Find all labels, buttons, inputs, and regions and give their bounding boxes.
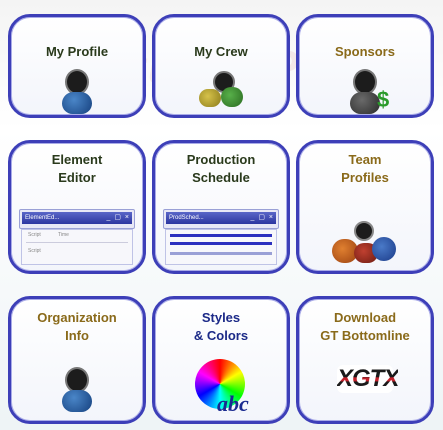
styles-colors-button[interactable]: Styles & Colors abc xyxy=(152,296,290,424)
sponsors-label: Sponsors xyxy=(335,44,395,59)
bottomline-logo-text: XGTX xyxy=(337,365,399,392)
element-editor-window-title: ElementEd... xyxy=(25,215,60,221)
editor-form: Script Time Script xyxy=(21,229,133,265)
dollar-icon: $ xyxy=(377,87,390,112)
editor-field-time: Time xyxy=(58,232,69,238)
schedule-window-icon: ProdSched... _ ▢ × xyxy=(163,209,279,229)
window-icon: ElementEd... _ ▢ × xyxy=(19,209,135,229)
editor-field-script: Script xyxy=(28,232,41,238)
production-schedule-line2: Schedule xyxy=(192,170,250,185)
organization-info-line2: Info xyxy=(65,328,89,343)
crew-icon xyxy=(195,71,247,111)
my-crew-label: My Crew xyxy=(194,44,248,59)
abc-badge: abc xyxy=(217,391,249,416)
styles-colors-line2: & Colors xyxy=(193,328,249,343)
person-icon xyxy=(62,69,92,114)
team-profiles-line1: Team xyxy=(348,152,382,167)
sponsor-person-icon xyxy=(350,69,380,114)
download-bottomline-line2: GT Bottomline xyxy=(320,328,410,343)
schedule-list xyxy=(165,229,277,265)
organization-person-icon xyxy=(62,367,92,412)
element-editor-button[interactable]: Element Editor ElementEd... _ ▢ × Script… xyxy=(8,140,146,274)
organization-info-line1: Organization xyxy=(37,310,117,325)
production-schedule-window-title: ProdSched... xyxy=(169,215,204,221)
download-bottomline-line1: Download xyxy=(333,310,397,325)
element-editor-line1: Element xyxy=(51,152,103,167)
styles-colors-line1: Styles xyxy=(201,310,241,325)
organization-info-button[interactable]: Organization Info xyxy=(8,296,146,424)
download-bottomline-button[interactable]: Download GT Bottomline XGTX xyxy=(296,296,434,424)
element-editor-line2: Editor xyxy=(58,170,96,185)
team-profiles-line2: Profiles xyxy=(341,170,389,185)
team-avatars-icon xyxy=(330,221,400,267)
production-schedule-button[interactable]: Production Schedule ProdSched... _ ▢ × xyxy=(152,140,290,274)
team-profiles-button[interactable]: Team Profiles xyxy=(296,140,434,274)
my-profile-button[interactable]: My Profile xyxy=(8,14,146,118)
editor-field-script-2: Script xyxy=(28,248,41,254)
production-schedule-line1: Production xyxy=(186,152,256,167)
my-profile-label: My Profile xyxy=(45,44,109,59)
bottomline-logo-icon: XGTX xyxy=(337,365,399,393)
sponsors-button[interactable]: Sponsors $ xyxy=(296,14,434,118)
my-crew-button[interactable]: My Crew xyxy=(152,14,290,118)
